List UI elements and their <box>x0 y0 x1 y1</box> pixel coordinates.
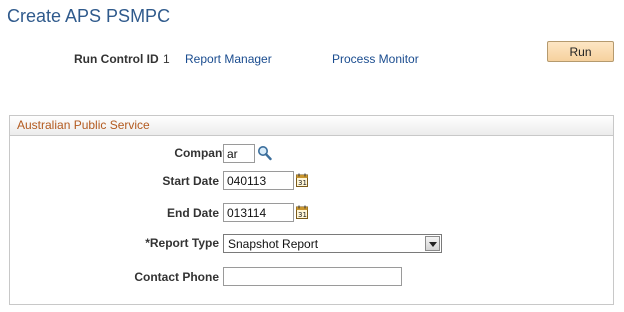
chevron-down-icon[interactable] <box>425 236 440 251</box>
report-type-select[interactable]: Snapshot Report <box>223 234 442 253</box>
report-manager-link[interactable]: Report Manager <box>185 52 272 66</box>
start-date-label: Start Date <box>162 174 219 188</box>
australian-public-service-group: Australian Public Service Company Start … <box>9 115 614 305</box>
company-label: Company <box>174 146 229 160</box>
run-button[interactable]: Run <box>547 41 614 62</box>
svg-text:31: 31 <box>298 211 307 219</box>
report-type-selected: Snapshot Report <box>228 237 319 251</box>
end-date-label: End Date <box>166 206 219 220</box>
end-date-input[interactable] <box>223 203 294 222</box>
magnifier-icon[interactable] <box>257 145 272 164</box>
run-control-id-value: 1 <box>163 52 170 66</box>
process-monitor-link[interactable]: Process Monitor <box>332 52 419 66</box>
company-input[interactable] <box>223 144 255 163</box>
group-header: Australian Public Service <box>10 116 613 136</box>
run-control-id-label: Run Control ID <box>74 52 159 66</box>
contact-phone-input[interactable] <box>223 267 402 286</box>
svg-text:31: 31 <box>298 179 307 187</box>
calendar-icon[interactable]: 31 <box>296 173 308 190</box>
start-date-input[interactable] <box>223 171 294 190</box>
contact-phone-label: Contact Phone <box>134 270 219 284</box>
page-title: Create APS PSMPC <box>7 6 171 26</box>
calendar-icon[interactable]: 31 <box>296 205 308 222</box>
report-type-label: *Report Type <box>145 236 219 250</box>
